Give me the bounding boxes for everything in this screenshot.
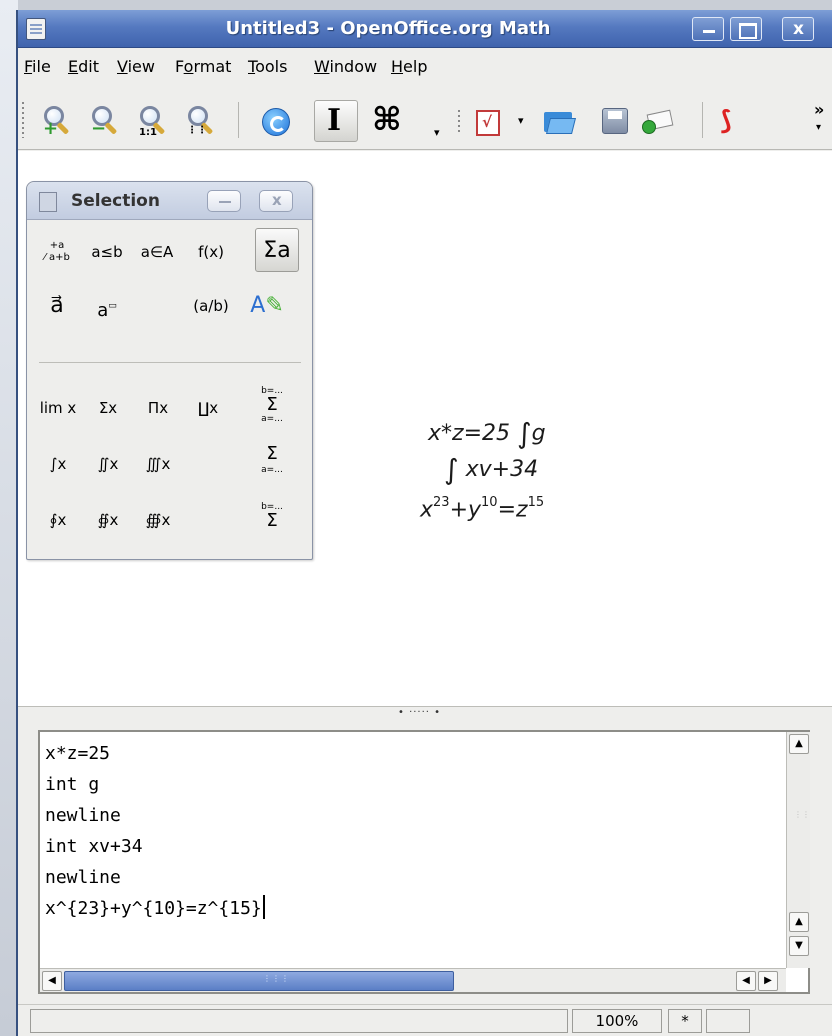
scroll-up-icon[interactable]: ▲ [789,912,809,932]
formula-cursor-group: I ⌘ [314,100,418,142]
mail-icon[interactable] [642,109,674,134]
horizontal-scrollbar[interactable]: ◀ ⋮⋮⋮ ◀ ▶ [40,968,786,992]
view-splitter[interactable]: • ····· • [18,707,832,723]
toolbar-grip[interactable] [22,102,24,138]
minimize-button[interactable] [692,17,724,41]
functions-category-icon[interactable]: f(x) [189,230,233,274]
scroll-down-icon[interactable]: ▼ [789,936,809,956]
product-operator[interactable]: Πx [133,388,183,428]
standard-toolbar: + − 1:1 ⋮⋮ I ⌘ ▾ ▾ [18,86,832,150]
panel-minimize-button[interactable] [207,190,241,212]
dropdown-arrow-icon[interactable]: ▾ [518,114,524,127]
panel-icon [39,192,57,212]
upper-limit-operator[interactable]: b=... Σ [247,500,297,540]
commands-text[interactable]: x*z=25 int g newline int xv+34 newline x… [45,738,265,924]
toolbar-overflow-icon[interactable]: » [814,100,824,119]
set-operations-category-icon[interactable]: a∈A [135,230,179,274]
menu-help[interactable]: Help [391,57,427,76]
scroll-up-icon[interactable]: ▲ [789,734,809,754]
attributes-category-icon[interactable]: a⃗ [35,284,79,328]
menu-tools[interactable]: Tools [248,57,287,76]
modified-status: * [668,1009,702,1033]
double-integral-operator[interactable]: ∬x [83,444,133,484]
window-title: Untitled3 - OpenOffice.org Math [225,18,551,39]
menu-view[interactable]: View [117,57,155,76]
status-bar: 100% * [18,1004,832,1036]
dropdown-arrow-icon[interactable]: ▾ [434,126,440,139]
formula-cursor-button[interactable]: I [314,100,358,142]
scroll-left-icon[interactable]: ◀ [42,971,62,991]
math-window: Untitled3 - OpenOffice.org Math File Edi… [16,10,832,1036]
status-message [30,1009,568,1033]
triple-integral-operator[interactable]: ∭x [133,444,183,484]
text-cursor [262,895,265,919]
zoom-100-icon[interactable]: 1:1 [138,104,170,138]
horizontal-scroll-thumb[interactable]: ⋮⋮⋮ [64,971,454,991]
toolbar-separator [702,102,703,138]
update-icon[interactable] [262,104,294,136]
scroll-right-icon[interactable]: ▶ [758,971,778,991]
text-cursor-icon: I [327,103,342,138]
toolbar-grip-2[interactable] [458,110,460,134]
menu-edit[interactable]: Edit [68,57,99,76]
edit-formula-icon[interactable] [476,110,500,136]
lower-limit-operator[interactable]: Σ a=... [247,445,297,486]
operators-category-icon[interactable]: Σa [255,228,299,272]
panel-divider [39,362,301,363]
curve-integral-operator[interactable]: ∮x [33,500,83,540]
triple-curve-integral-operator[interactable]: ∰x [133,500,183,540]
formula-line-1: x*z=25 ∫g [428,417,546,450]
menu-file[interactable]: File [24,57,51,76]
splitter-grip[interactable]: • ····· • [398,707,441,718]
from-to-limits-operator[interactable]: b=... Σ a=... [247,384,297,424]
open-icon[interactable] [544,108,576,134]
selection-panel: Selection +a⁄ a+b a≤b a∈A f(x) Σa a⃗ a▭ … [26,181,313,560]
scroll-grip-icon: ⋮⋮ [794,810,810,819]
formats-category-icon[interactable]: A✎ [245,284,289,328]
sum-operator[interactable]: Σx [83,388,133,428]
menu-window[interactable]: Window [314,57,377,76]
desktop-background [0,0,832,10]
panel-close-button[interactable] [259,190,293,212]
zoom-in-icon[interactable]: + [42,104,74,138]
formula-line-3: x23+y10=z15 [420,495,545,523]
lim-operator[interactable]: lim x [33,388,83,428]
relations-category-icon[interactable]: a≤b [85,230,129,274]
export-pdf-icon[interactable] [718,106,748,136]
others-category-icon[interactable]: a▭ [85,284,129,328]
scroll-left-icon[interactable]: ◀ [736,971,756,991]
show-all-icon[interactable]: ⋮⋮ [186,104,218,136]
zoom-status[interactable]: 100% [572,1009,662,1033]
unary-binary-category-icon[interactable]: +a ⁄ a+b [35,230,79,274]
symbols-icon[interactable]: ⌘ [372,100,402,138]
toolbar-overflow-arrow-icon[interactable]: ▾ [816,122,821,133]
integral-operator[interactable]: ∫x [33,444,83,484]
formula-line-2: ∫ xv+34 [444,453,539,486]
panel-header[interactable]: Selection [27,182,312,220]
vertical-scrollbar[interactable]: ▲ ⋮⋮ ▲ ▼ [786,732,810,968]
save-icon[interactable] [602,108,628,134]
maximize-button[interactable] [730,17,762,41]
status-extra-field [706,1009,750,1033]
menu-bar: File Edit View Format Tools Window Help [18,49,832,85]
close-button[interactable] [782,17,814,41]
double-curve-integral-operator[interactable]: ∯x [83,500,133,540]
zoom-out-icon[interactable]: − [90,104,122,138]
title-bar[interactable]: Untitled3 - OpenOffice.org Math [18,10,832,48]
panel-title: Selection [71,191,160,211]
commands-editor[interactable]: x*z=25 int g newline int xv+34 newline x… [38,730,810,994]
coproduct-operator[interactable]: ∐x [183,388,233,428]
brackets-category-icon[interactable]: (a/b) [189,284,233,328]
toolbar-separator [238,102,239,138]
menu-format[interactable]: Format [175,57,231,76]
